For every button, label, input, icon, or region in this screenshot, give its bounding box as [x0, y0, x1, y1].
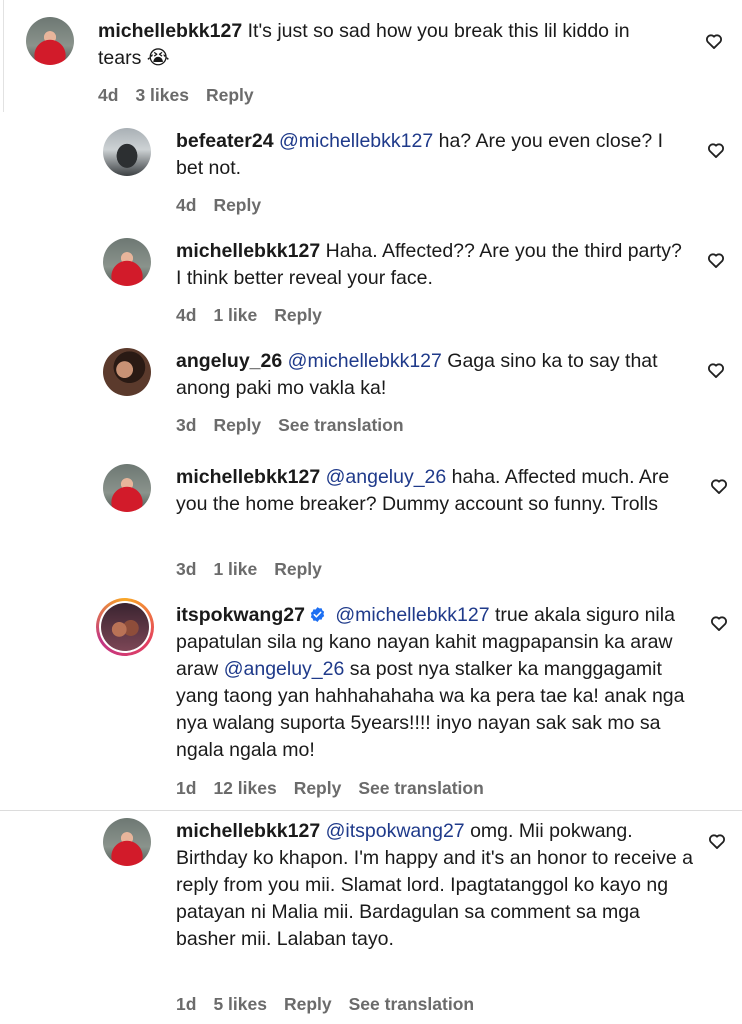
avatar[interactable] — [103, 464, 151, 512]
comment-username[interactable]: michellebkk127 — [176, 240, 320, 262]
comment-username[interactable]: angeluy_26 — [176, 350, 282, 372]
comment-text: befeater24 @michellebkk127 ha? Are you e… — [176, 128, 686, 182]
comment-text: itspokwang27 @michellebkk127 true akala … — [176, 602, 696, 764]
avatar — [101, 603, 149, 651]
comment-item: michellebkk127 Haha. Affected?? Are you … — [0, 222, 742, 332]
comment-item: michellebkk127 @angeluy_26 haha. Affecte… — [0, 442, 742, 582]
likes-count[interactable]: 1 like — [213, 305, 257, 325]
avatar[interactable] — [26, 17, 74, 65]
avatar[interactable] — [103, 238, 151, 286]
comment-meta: 3d Reply See translation — [176, 415, 421, 436]
comment-time: 3d — [176, 559, 197, 579]
comment-mention[interactable]: @itspokwang27 — [326, 820, 465, 842]
reply-button[interactable]: Reply — [274, 559, 322, 579]
comment-meta: 4d Reply — [176, 195, 278, 216]
comment-text: michellebkk127 Haha. Affected?? Are you … — [176, 238, 686, 292]
likes-count[interactable]: 5 likes — [213, 994, 267, 1014]
reply-button[interactable]: Reply — [284, 994, 332, 1014]
comment-text: michellebkk127 @angeluy_26 haha. Affecte… — [176, 464, 696, 518]
likes-count[interactable]: 3 likes — [135, 85, 189, 105]
reply-button[interactable]: Reply — [206, 85, 254, 105]
avatar[interactable] — [103, 818, 151, 866]
comment-item: michellebkk127 It's just so sad how you … — [0, 0, 742, 112]
comment-mention[interactable]: @angeluy_26 — [326, 466, 447, 488]
comment-meta: 1d 5 likes Reply See translation — [176, 994, 491, 1015]
heart-outline-icon[interactable] — [706, 360, 726, 380]
reply-button[interactable]: Reply — [274, 305, 322, 325]
comment-item: itspokwang27 @michellebkk127 true akala … — [0, 582, 742, 810]
comment-time: 4d — [176, 195, 197, 215]
comment-username[interactable]: itspokwang27 — [176, 604, 305, 626]
likes-count[interactable]: 12 likes — [213, 778, 276, 798]
comment-time: 1d — [176, 994, 197, 1014]
heart-outline-icon[interactable] — [707, 831, 727, 851]
heart-outline-icon[interactable] — [706, 250, 726, 270]
comment-mention-2[interactable]: @angeluy_26 — [224, 658, 345, 680]
comment-meta: 4d 3 likes Reply — [98, 85, 271, 106]
comment-mention[interactable]: @michellebkk127 — [288, 350, 442, 372]
comment-meta: 4d 1 like Reply — [176, 305, 339, 326]
comment-time: 4d — [98, 85, 119, 105]
comment-item: michellebkk127 @itspokwang27 omg. Mii po… — [0, 812, 742, 1024]
comment-username[interactable]: michellebkk127 — [176, 820, 320, 842]
comment-time: 3d — [176, 415, 197, 435]
comment-username[interactable]: michellebkk127 — [98, 20, 242, 42]
comment-time: 1d — [176, 778, 197, 798]
see-translation-button[interactable]: See translation — [358, 778, 483, 798]
heart-outline-icon[interactable] — [709, 613, 729, 633]
comment-meta: 3d 1 like Reply — [176, 559, 339, 580]
reply-button[interactable]: Reply — [213, 415, 261, 435]
reply-button[interactable]: Reply — [294, 778, 342, 798]
comment-username[interactable]: befeater24 — [176, 130, 274, 152]
comment-text: angeluy_26 @michellebkk127 Gaga sino ka … — [176, 348, 686, 402]
comment-item: befeater24 @michellebkk127 ha? Are you e… — [0, 112, 742, 222]
heart-outline-icon[interactable] — [709, 476, 729, 496]
verified-badge-icon — [310, 607, 325, 622]
comment-text: michellebkk127 It's just so sad how you … — [98, 18, 678, 72]
see-translation-button[interactable]: See translation — [349, 994, 474, 1014]
see-translation-button[interactable]: See translation — [278, 415, 403, 435]
comment-time: 4d — [176, 305, 197, 325]
reply-button[interactable]: Reply — [213, 195, 261, 215]
avatar[interactable] — [103, 128, 151, 176]
comment-meta: 1d 12 likes Reply See translation — [176, 778, 501, 799]
heart-outline-icon[interactable] — [706, 140, 726, 160]
comment-item: angeluy_26 @michellebkk127 Gaga sino ka … — [0, 332, 742, 442]
story-ring[interactable] — [96, 598, 154, 656]
comment-mention[interactable]: @michellebkk127 — [335, 604, 489, 626]
likes-count[interactable]: 1 like — [213, 559, 257, 579]
comment-mention[interactable]: @michellebkk127 — [279, 130, 433, 152]
avatar[interactable] — [103, 348, 151, 396]
heart-outline-icon[interactable] — [704, 31, 724, 51]
comment-text: michellebkk127 @itspokwang27 omg. Mii po… — [176, 818, 696, 953]
comment-username[interactable]: michellebkk127 — [176, 466, 320, 488]
thread-divider — [0, 810, 742, 811]
